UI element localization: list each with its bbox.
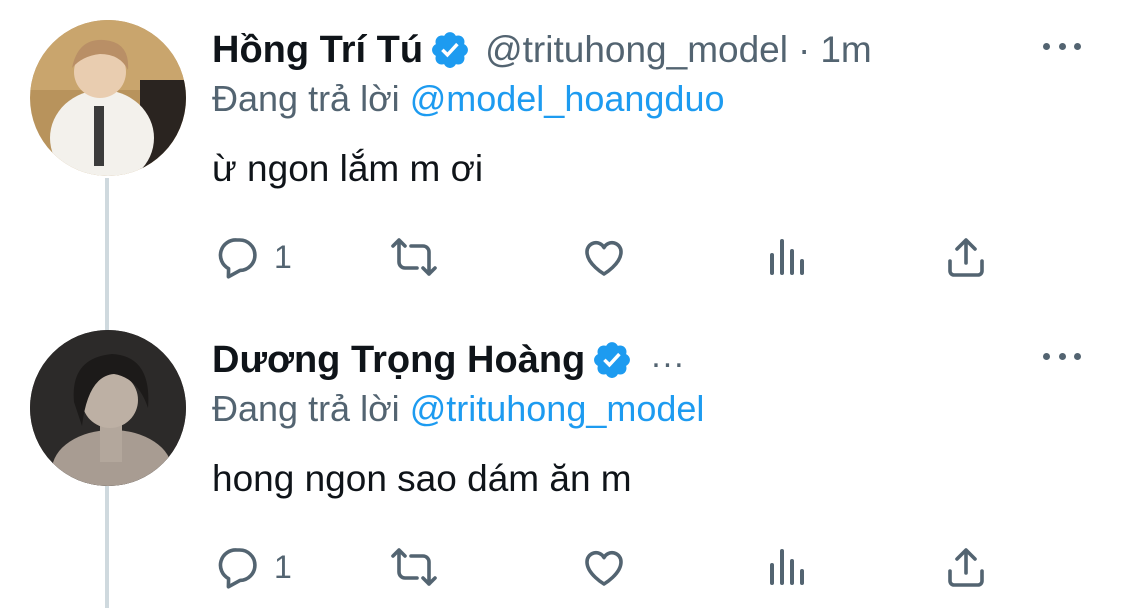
retweet-icon — [391, 548, 437, 586]
display-name[interactable]: Hồng Trí Tú — [212, 29, 423, 72]
share-button[interactable] — [942, 232, 990, 282]
separator-dot: · — [797, 29, 811, 70]
retweet-icon — [391, 238, 437, 276]
like-button[interactable] — [580, 232, 628, 282]
action-bar: 1 — [212, 542, 1002, 592]
share-icon — [948, 238, 984, 277]
reply-count: 1 — [274, 238, 292, 275]
tweet-1[interactable]: Hồng Trí Tú @trituhong_model · 1m Đang t… — [0, 0, 1125, 310]
reply-icon — [218, 548, 257, 589]
avatar[interactable] — [30, 330, 186, 486]
more-icon[interactable] — [1043, 40, 1081, 52]
replying-to: Đang trả lời @model_hoangduo — [212, 78, 725, 120]
like-icon — [585, 240, 623, 276]
replying-to-label: Đang trả lời — [212, 388, 400, 429]
share-button[interactable] — [942, 542, 990, 592]
analytics-button[interactable] — [764, 542, 812, 592]
reply-icon — [218, 238, 257, 279]
like-button[interactable] — [580, 542, 628, 592]
mention-link[interactable]: @trituhong_model — [410, 388, 705, 429]
avatar[interactable] — [30, 20, 186, 176]
truncated-handle: ... — [651, 336, 686, 375]
reply-button[interactable]: 1 — [214, 232, 292, 282]
analytics-icon — [770, 239, 804, 275]
more-icon[interactable] — [1043, 350, 1081, 362]
display-name[interactable]: Dương Trọng Hoàng — [212, 339, 585, 382]
like-icon — [585, 550, 623, 586]
replying-to: Đang trả lời @trituhong_model — [212, 388, 704, 430]
verified-badge-icon — [594, 342, 631, 378]
action-bar: 1 — [212, 232, 1002, 282]
analytics-icon — [770, 549, 804, 585]
retweet-button[interactable] — [390, 542, 438, 592]
handle[interactable]: @trituhong_model — [485, 29, 788, 71]
reply-count: 1 — [274, 548, 292, 585]
reply-button[interactable]: 1 — [214, 542, 292, 592]
retweet-button[interactable] — [390, 232, 438, 282]
replying-to-label: Đang trả lời — [212, 78, 400, 119]
tweet-2[interactable]: Dương Trọng Hoàng ... Đang trả lời @trit… — [0, 310, 1125, 608]
share-icon — [948, 548, 984, 587]
verified-badge-icon — [432, 32, 469, 68]
tweet-text: ừ ngon lắm m ơi — [212, 148, 484, 189]
mention-link[interactable]: @model_hoangduo — [410, 78, 725, 119]
analytics-button[interactable] — [764, 232, 812, 282]
timestamp[interactable]: 1m — [820, 29, 871, 71]
tweet-text: hong ngon sao dám ăn m — [212, 458, 632, 499]
